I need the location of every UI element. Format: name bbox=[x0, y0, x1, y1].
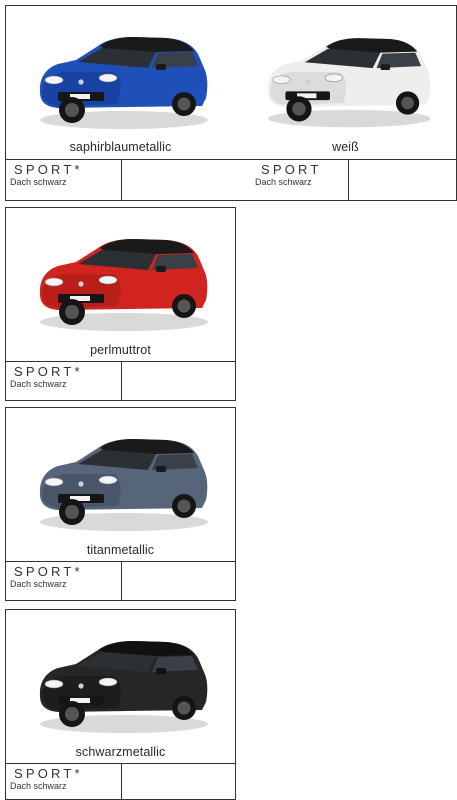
headlight-right bbox=[324, 73, 343, 82]
mirror bbox=[156, 64, 166, 70]
car-image bbox=[39, 239, 208, 331]
car-image bbox=[267, 38, 431, 128]
roof-label: Dach schwarz bbox=[10, 379, 67, 389]
roof-label: Dach schwarz bbox=[10, 177, 67, 187]
logo bbox=[78, 79, 84, 85]
headlight-right bbox=[98, 475, 118, 485]
logo bbox=[78, 683, 84, 689]
color-name-label: perlmuttrot bbox=[90, 343, 151, 357]
car-photo-frame: perlmuttrot bbox=[5, 207, 236, 362]
car-photo-frame: titanmetallic bbox=[5, 407, 236, 562]
rim-front bbox=[65, 505, 79, 519]
mirror bbox=[156, 668, 166, 674]
trim-table: SPORT* Dach schwarz bbox=[5, 160, 236, 201]
car-photo-frame: saphirblaumetallic bbox=[5, 5, 236, 160]
variant-card-saphirblaumetallic: saphirblaumetallic SPORT* Dach schwarz bbox=[5, 5, 236, 201]
trim-cell: SPORT* Dach schwarz bbox=[6, 562, 122, 600]
headlight-right bbox=[98, 73, 118, 83]
headlight-right bbox=[98, 677, 118, 687]
trim-label: SPORT* bbox=[14, 564, 83, 579]
headlight-left bbox=[44, 679, 64, 689]
rim-front bbox=[65, 103, 79, 117]
mirror bbox=[156, 466, 166, 472]
rim-rear bbox=[401, 96, 414, 110]
variant-card-perlmuttrot: perlmuttrot SPORT* Dach schwarz bbox=[5, 207, 236, 401]
car-image bbox=[39, 37, 208, 129]
color-name-label: weiß bbox=[332, 140, 359, 154]
headlight-left bbox=[44, 277, 64, 287]
headlight-right bbox=[98, 275, 118, 285]
rim-rear bbox=[177, 701, 191, 715]
color-name-label: saphirblaumetallic bbox=[69, 140, 172, 154]
rim-rear bbox=[177, 299, 191, 313]
rim-rear bbox=[177, 97, 191, 111]
car-photo-frame: weiß bbox=[235, 5, 457, 160]
roof-label: Dach schwarz bbox=[10, 781, 67, 791]
trim-label: SPORT bbox=[261, 162, 322, 177]
roof-label: Dach schwarz bbox=[255, 177, 312, 187]
headlight-left bbox=[44, 477, 64, 487]
rim-front bbox=[65, 305, 79, 319]
mirror bbox=[380, 64, 391, 71]
color-name-label: schwarzmetallic bbox=[75, 745, 166, 759]
car-image bbox=[39, 439, 208, 531]
trim-table: SPORT Dach schwarz bbox=[235, 160, 457, 201]
variant-card-weiss: weiß SPORT Dach schwarz bbox=[235, 5, 457, 201]
logo bbox=[78, 281, 84, 287]
rim-front bbox=[292, 102, 306, 116]
trim-label: SPORT* bbox=[14, 162, 83, 177]
logo bbox=[78, 481, 84, 487]
variant-card-schwarzmetallic: schwarzmetallic SPORT* Dach schwarz bbox=[5, 609, 236, 800]
headlight-left bbox=[44, 75, 64, 85]
car-image bbox=[39, 641, 208, 733]
roof-label: Dach schwarz bbox=[10, 579, 67, 589]
trim-table: SPORT* Dach schwarz bbox=[5, 764, 236, 800]
trim-label: SPORT* bbox=[14, 766, 83, 781]
variant-card-titanmetallic: titanmetallic SPORT* Dach schwarz bbox=[5, 407, 236, 601]
trim-cell: SPORT* Dach schwarz bbox=[6, 160, 122, 200]
rim-rear bbox=[177, 499, 191, 513]
logo bbox=[305, 79, 311, 85]
mirror bbox=[156, 266, 166, 272]
headlight-left bbox=[272, 75, 291, 84]
trim-label: SPORT* bbox=[14, 364, 83, 379]
trim-cell: SPORT* Dach schwarz bbox=[6, 362, 122, 400]
car-photo-frame: schwarzmetallic bbox=[5, 609, 236, 764]
rim-front bbox=[65, 707, 79, 721]
trim-cell: SPORT* Dach schwarz bbox=[6, 764, 122, 799]
color-name-label: titanmetallic bbox=[86, 543, 155, 557]
trim-table: SPORT* Dach schwarz bbox=[5, 362, 236, 401]
trim-cell: SPORT Dach schwarz bbox=[235, 160, 349, 200]
trim-table: SPORT* Dach schwarz bbox=[5, 562, 236, 601]
